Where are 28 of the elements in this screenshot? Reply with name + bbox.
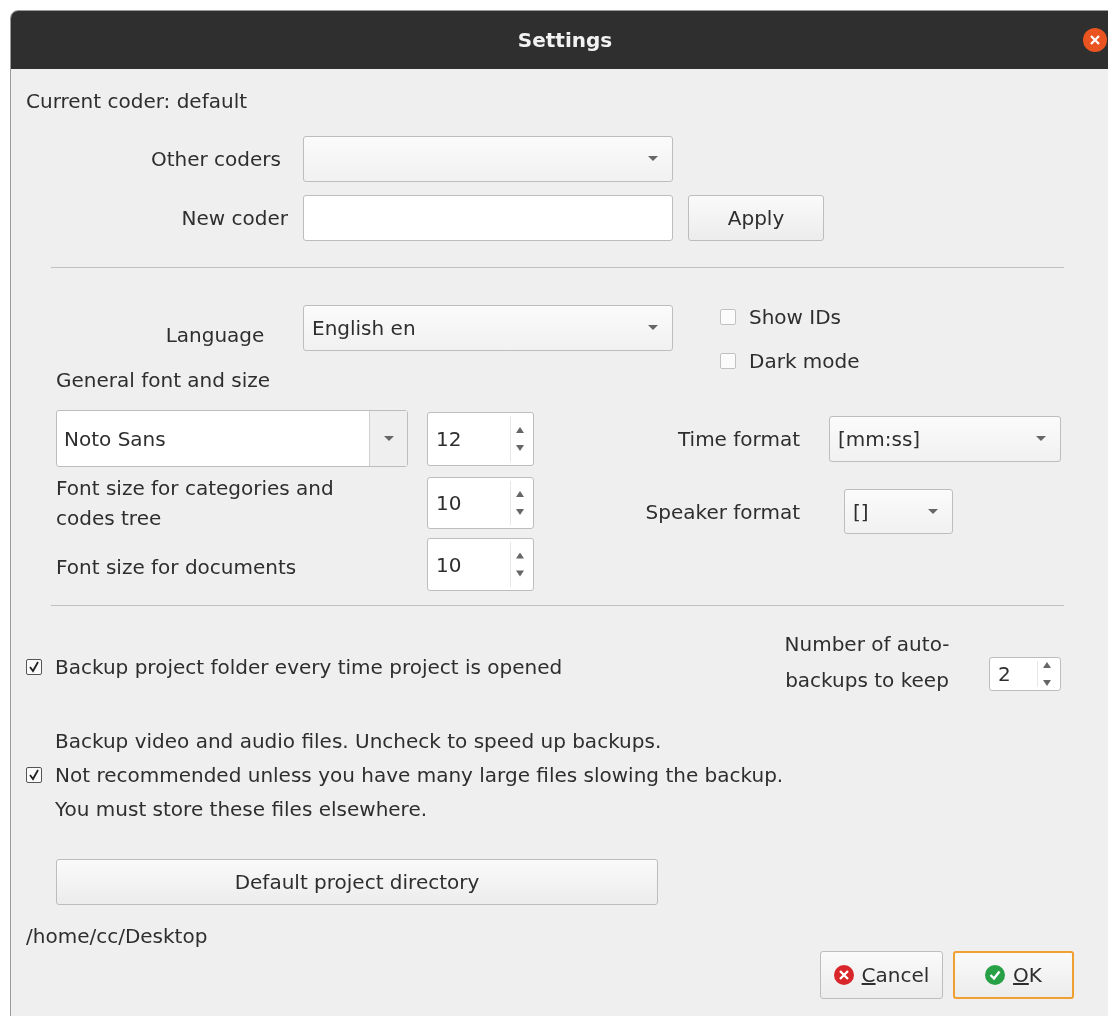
speaker-format-dropdown[interactable]: []	[844, 489, 953, 534]
spin-box[interactable]: 10	[427, 538, 534, 591]
auto-backups-label: Number of auto- backups to keep	[783, 631, 951, 694]
spin-box[interactable]: 10	[427, 477, 534, 529]
checkbox-label: Dark mode	[749, 349, 860, 373]
font-dropdown[interactable]: Noto Sans	[56, 410, 408, 467]
apply-button[interactable]: Apply	[688, 195, 824, 241]
language-dropdown[interactable]: English en	[303, 305, 673, 351]
window-title: Settings	[517, 28, 613, 52]
ok-button[interactable]: OK	[953, 951, 1074, 999]
other-coders-label: Other coders	[149, 147, 281, 171]
current-coder-label: Current coder: default	[26, 89, 248, 113]
category-font-label: Font size for categories and codes tree	[56, 475, 335, 532]
spin-box[interactable]: 12	[427, 411, 534, 466]
time-format-label: Time format	[676, 427, 800, 451]
cancel-button[interactable]: Cancel	[820, 951, 943, 999]
checkbox-label: Show IDs	[749, 305, 842, 329]
time-format-dropdown[interactable]: [mm:ss]	[829, 416, 1061, 462]
spin-box[interactable]: 2	[989, 657, 1061, 691]
general-font-label: General font and size	[56, 368, 271, 392]
speaker-format-label: Speaker format	[644, 499, 800, 524]
backup-media-label: Backup video and audio files. Uncheck to speed up backups. Not recommended unless you have many large files slowing the backup. You must store these files elsewhere.	[55, 728, 785, 823]
directory-path: /home/cc/Desktop	[26, 924, 208, 948]
document-font-label: Font size for documents	[56, 553, 298, 579]
new-coder-label: New coder	[180, 206, 288, 230]
language-label: Language	[164, 322, 266, 347]
backup-folder-label: Backup project folder every time project is opened	[55, 655, 563, 679]
default-directory-button[interactable]: Default project directory	[56, 859, 658, 905]
